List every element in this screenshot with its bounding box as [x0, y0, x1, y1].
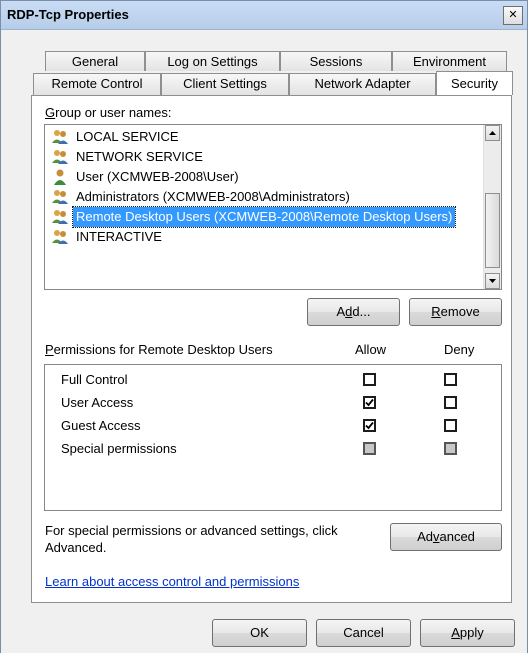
- advanced-help-text-line1: For special permissions or advanced sett…: [45, 523, 338, 538]
- apply-button[interactable]: Apply: [420, 619, 515, 647]
- permission-special-permissions: Special permissions: [61, 441, 177, 456]
- remove-button[interactable]: Remove: [409, 298, 502, 326]
- tab-security[interactable]: Security: [436, 71, 513, 95]
- guest-access-deny-checkbox[interactable]: [444, 419, 457, 432]
- close-button[interactable]: ✕: [503, 6, 523, 25]
- tab-general[interactable]: General: [45, 51, 145, 71]
- tab-log-on-settings[interactable]: Log on Settings: [145, 51, 280, 71]
- arrow-down-icon: [489, 279, 496, 283]
- group-icon: [52, 130, 68, 144]
- tab-sessions[interactable]: Sessions: [280, 51, 392, 71]
- tab-remote-control[interactable]: Remote Control: [33, 73, 161, 95]
- group-users-label: Group or user names:: [45, 105, 172, 120]
- advanced-button[interactable]: Advanced: [390, 523, 502, 551]
- permission-user-access: User Access: [61, 395, 134, 410]
- cancel-button[interactable]: Cancel: [316, 619, 411, 647]
- permission-guest-access: Guest Access: [61, 418, 141, 433]
- group-icon: [52, 190, 68, 204]
- user-access-deny-checkbox[interactable]: [444, 396, 457, 409]
- group-icon: [52, 150, 68, 164]
- dialog-footer: OK Cancel Apply: [1, 611, 527, 653]
- title-bar: RDP-Tcp Properties ✕: [1, 1, 527, 30]
- special-permissions-deny-checkbox: [444, 442, 457, 455]
- special-permissions-allow-checkbox: [363, 442, 376, 455]
- window-title: RDP-Tcp Properties: [7, 7, 129, 22]
- user-icon: [54, 169, 66, 185]
- user-access-allow-checkbox[interactable]: [363, 396, 376, 409]
- tab-client-settings[interactable]: Client Settings: [161, 73, 289, 95]
- deny-column-header: Deny: [444, 342, 475, 357]
- properties-dialog: RDP-Tcp Properties ✕ General Log on Sett…: [0, 0, 528, 653]
- checkmark-icon: [365, 398, 374, 407]
- scroll-up-button[interactable]: [485, 125, 500, 141]
- full-control-allow-checkbox[interactable]: [363, 373, 376, 386]
- list-vertical-scrollbar[interactable]: [483, 125, 501, 289]
- close-icon: ✕: [508, 8, 518, 21]
- permissions-label: Permissions for Remote Desktop Users: [45, 342, 273, 357]
- guest-access-allow-checkbox[interactable]: [363, 419, 376, 432]
- advanced-help-text-line2: Advanced.: [45, 540, 107, 555]
- scroll-thumb[interactable]: [485, 193, 500, 268]
- checkmark-icon: [365, 421, 374, 430]
- group-icon: [52, 210, 68, 224]
- arrow-up-icon: [489, 131, 496, 135]
- add-button[interactable]: Add...: [307, 298, 400, 326]
- permission-full-control: Full Control: [61, 372, 128, 387]
- access-control-help-link[interactable]: Learn about access control and permissio…: [45, 574, 299, 589]
- permissions-list: Full Control User Access Guest Access Sp…: [44, 364, 502, 511]
- full-control-deny-checkbox[interactable]: [444, 373, 457, 386]
- ok-button[interactable]: OK: [212, 619, 307, 647]
- tab-network-adapter[interactable]: Network Adapter: [289, 73, 436, 95]
- tab-environment[interactable]: Environment: [392, 51, 507, 71]
- group-user-list[interactable]: LOCAL SERVICE NETWORK SERVICE User (XCMW…: [44, 124, 502, 290]
- scroll-down-button[interactable]: [485, 273, 500, 289]
- group-icon: [52, 230, 68, 244]
- allow-column-header: Allow: [355, 342, 387, 357]
